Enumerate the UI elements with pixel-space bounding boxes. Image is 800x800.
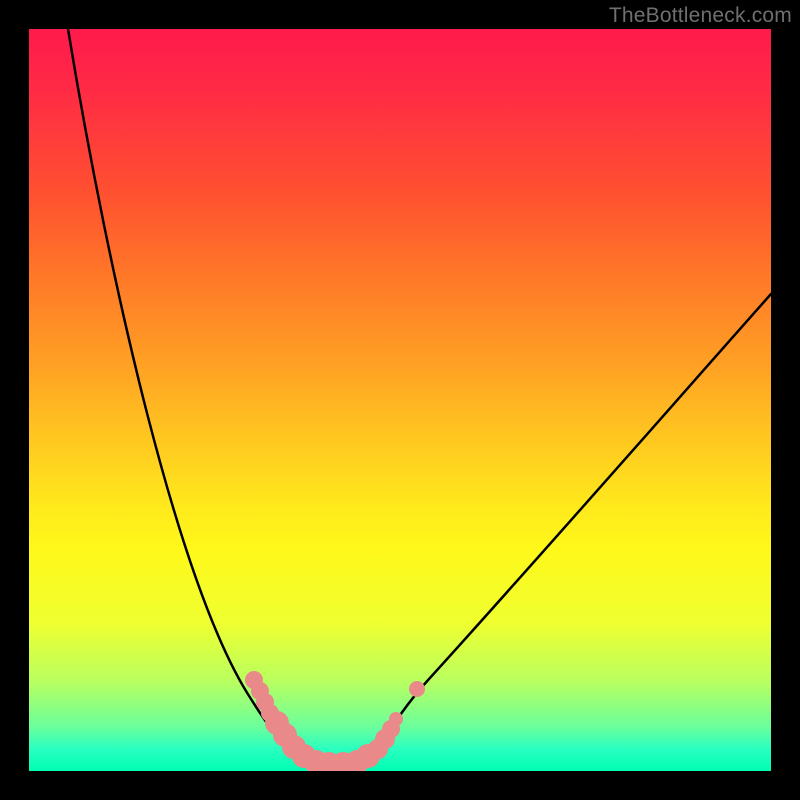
watermark-text: TheBottleneck.com <box>609 4 792 28</box>
marker-group <box>245 671 425 771</box>
chart-svg <box>29 29 771 771</box>
curve-left <box>68 29 324 769</box>
data-marker <box>409 681 425 697</box>
data-marker <box>389 712 403 726</box>
curve-right <box>364 294 771 769</box>
chart-plot-area <box>29 29 771 771</box>
